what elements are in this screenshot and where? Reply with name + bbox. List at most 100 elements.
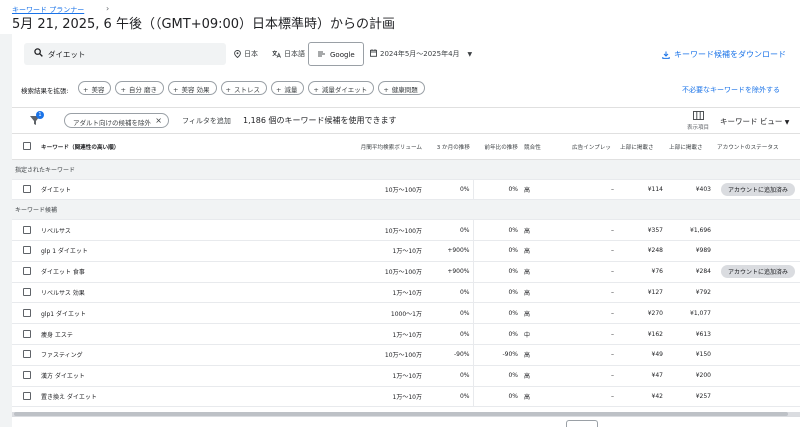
- location-selector[interactable]: 日本: [234, 49, 258, 59]
- yoy-cell: 0%: [473, 261, 521, 283]
- date-range-selector[interactable]: 2024年5月～2025年4月 ▼: [370, 49, 472, 59]
- column-header[interactable]: 前年比の推移: [473, 135, 521, 160]
- expand-chip[interactable]: + 減量ダイエット: [308, 81, 375, 95]
- table-row[interactable]: 置き換え ダイエット 1万～10万 0% 0% 高 – ¥42 ¥257: [12, 386, 800, 408]
- competition-cell: 高: [521, 344, 569, 366]
- expand-chip[interactable]: + 美容 効果: [167, 81, 217, 95]
- volume-cell: 1万～10万: [347, 240, 425, 262]
- yoy-cell: 0%: [473, 240, 521, 262]
- keyword-view-button[interactable]: キーワード ビュー ▼: [720, 116, 789, 127]
- competition-cell: 高: [521, 302, 569, 325]
- plus-icon: +: [120, 86, 126, 94]
- row-checkbox[interactable]: [23, 392, 31, 401]
- table-row[interactable]: ファスティング 10万～100万 -90% -90% 高 – ¥49 ¥150: [12, 344, 800, 366]
- keyword-text: ファスティング: [41, 352, 83, 360]
- keyword-cell: glp1 ダイエット: [12, 302, 347, 325]
- table-row[interactable]: glp1 ダイエット 1000～1万 0% 0% 高 – ¥270 ¥1,077: [12, 302, 800, 325]
- status-cell: [714, 386, 800, 408]
- expand-chip[interactable]: + 自分 磨き: [115, 81, 164, 95]
- competition-cell: 高: [521, 365, 569, 387]
- bid-low-cell: ¥47: [617, 365, 666, 387]
- status-cell: [714, 344, 800, 366]
- filter-bar: 1 アダルト向けの候補を除外 × フィルタを追加 1,186 個のキーワード候補を…: [12, 108, 800, 134]
- column-header[interactable]: アカウントのステータス: [714, 135, 800, 160]
- expand-chip[interactable]: + 健康問題: [378, 81, 425, 95]
- column-header[interactable]: 上部に掲載さ: [666, 135, 714, 160]
- expand-chip[interactable]: + ストレス: [220, 81, 267, 95]
- language-selector[interactable]: 日本語: [272, 49, 305, 59]
- three-month-cell: 0%: [425, 302, 474, 325]
- search-engine-selector[interactable]: Google: [308, 42, 364, 66]
- keyword-column-header[interactable]: キーワード（関連性の高い順）: [12, 135, 347, 160]
- column-header[interactable]: 競合性: [521, 135, 569, 160]
- select-all-checkbox[interactable]: [23, 142, 31, 151]
- column-header[interactable]: 月間平均検索ボリューム: [347, 135, 425, 160]
- keyword-count-text: 1,186 個のキーワード候補を使用できます: [243, 116, 397, 125]
- column-header[interactable]: 3 か月の推移: [425, 135, 473, 160]
- keyword-text: glp 1 ダイエット: [41, 248, 88, 256]
- column-header[interactable]: 広告インプレッ: [569, 135, 617, 160]
- three-month-cell: 0%: [425, 282, 474, 304]
- impressions-cell: –: [569, 344, 617, 366]
- download-keywords-button[interactable]: キーワード候補をダウンロード: [662, 49, 786, 60]
- competition-cell: 高: [521, 261, 569, 283]
- column-header[interactable]: 上部に掲載さ: [617, 135, 666, 160]
- three-month-cell: 0%: [425, 323, 474, 346]
- row-checkbox[interactable]: [23, 308, 31, 317]
- keyword-text: 漢方 ダイエット: [41, 373, 85, 381]
- dropdown-arrow-icon: ▼: [467, 51, 473, 58]
- three-month-cell: +900%: [425, 240, 474, 262]
- three-month-cell: -90%: [425, 344, 474, 366]
- columns-icon: [692, 111, 704, 120]
- close-icon[interactable]: ×: [155, 116, 162, 125]
- table-row[interactable]: リベルサス 効果 1万～10万 0% 0% 高 – ¥127 ¥792: [12, 282, 800, 304]
- table-row[interactable]: 漢方 ダイエット 1万～10万 0% 0% 高 – ¥47 ¥200: [12, 365, 800, 387]
- keyword-text: glp1 ダイエット: [41, 310, 86, 318]
- language-label: 日本語: [284, 50, 305, 58]
- row-checkbox[interactable]: [23, 288, 31, 297]
- dropdown-arrow-icon: ▼: [784, 119, 790, 126]
- yoy-cell: -90%: [473, 344, 521, 366]
- volume-cell: 1万～10万: [347, 365, 425, 387]
- table-row[interactable]: ダイエット 食事 10万～100万 +900% 0% 高 – ¥76 ¥284 アカウントに追加…: [12, 261, 800, 283]
- competition-cell: 高: [521, 282, 569, 304]
- adult-filter-chip[interactable]: アダルト向けの候補を除外 ×: [64, 113, 169, 128]
- row-checkbox[interactable]: [23, 329, 31, 338]
- row-checkbox[interactable]: [23, 267, 31, 276]
- status-cell: アカウントに追加済み: [714, 261, 800, 283]
- yoy-cell: 0%: [473, 365, 521, 387]
- table-row[interactable]: ダイエット 10万～100万 0% 0% 高 – ¥114 ¥403 アカウントに追加済み: [12, 179, 800, 201]
- yoy-cell: 0%: [473, 282, 521, 304]
- calendar-icon: [370, 49, 377, 57]
- page-title: 5月 21, 2025, 6 午後（（GMT+09:00）日本標準時）からの計画: [12, 17, 396, 32]
- table-row[interactable]: 痩身 エステ 1万～10万 0% 0% 中 – ¥162 ¥613: [12, 323, 800, 346]
- row-checkbox[interactable]: [23, 350, 31, 359]
- scrollbar-thumb[interactable]: [14, 412, 788, 416]
- volume-cell: 10万～100万: [347, 179, 425, 201]
- keyword-cell: ダイエット: [12, 179, 347, 201]
- keyword-cell: 漢方 ダイエット: [12, 365, 347, 387]
- keyword-text: ダイエット 食事: [41, 269, 85, 277]
- keyword-search-input[interactable]: ダイエット: [24, 43, 226, 65]
- date-range-label: 2024年5月～2025年4月: [380, 50, 460, 58]
- keyword-text: リベルサス 効果: [41, 290, 85, 298]
- bid-high-cell: ¥1,696: [666, 219, 714, 242]
- add-filter-button[interactable]: フィルタを追加: [182, 116, 231, 126]
- rows-per-page-select[interactable]: [566, 420, 598, 427]
- translate-icon: [272, 50, 281, 58]
- added-to-account-badge: アカウントに追加済み: [721, 182, 796, 196]
- expand-chip[interactable]: + 減量: [270, 81, 305, 95]
- exclude-keywords-link[interactable]: 不必要なキーワードを除外する: [682, 85, 780, 95]
- row-checkbox[interactable]: [23, 184, 31, 193]
- table-row[interactable]: リベルサス 10万～100万 0% 0% 高 – ¥357 ¥1,696: [12, 219, 800, 242]
- impressions-cell: –: [569, 323, 617, 346]
- filter-count-badge: 1: [36, 111, 44, 119]
- keyword-cell: glp 1 ダイエット: [12, 240, 347, 262]
- row-checkbox[interactable]: [23, 225, 31, 234]
- row-checkbox[interactable]: [23, 371, 31, 380]
- table-row[interactable]: glp 1 ダイエット 1万～10万 +900% 0% 高 – ¥248 ¥989: [12, 240, 800, 262]
- expand-chip[interactable]: + 美容: [78, 81, 112, 95]
- row-checkbox[interactable]: [23, 246, 31, 255]
- keyword-table: キーワード（関連性の高い順） 月間平均検索ボリューム 3 か月の推移 前年比の推…: [12, 135, 800, 408]
- columns-button[interactable]: 表示項目: [682, 111, 714, 131]
